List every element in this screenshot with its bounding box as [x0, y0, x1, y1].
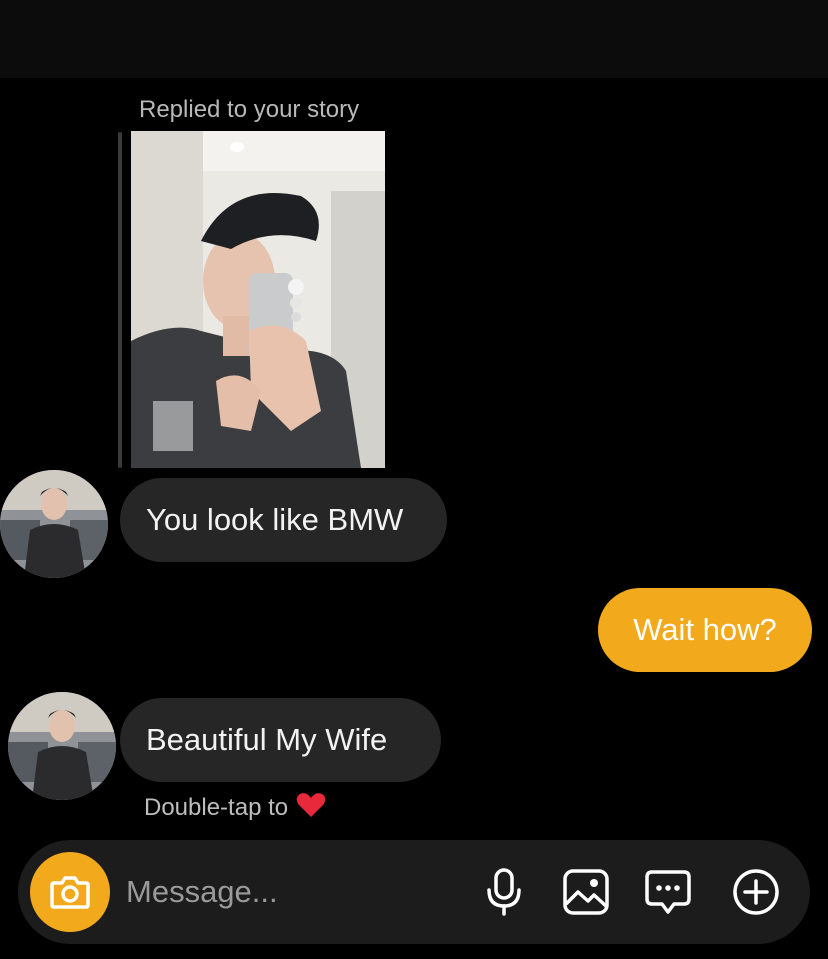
- message-bubble-incoming[interactable]: Beautiful My Wife: [120, 698, 441, 782]
- double-tap-hint: Double-tap to: [144, 792, 326, 825]
- heart-icon: [296, 792, 326, 825]
- sticker-button[interactable]: [642, 866, 694, 918]
- top-bar: [0, 0, 828, 78]
- avatar-photo: [8, 692, 116, 800]
- sender-avatar[interactable]: [0, 470, 108, 578]
- camera-icon: [50, 876, 90, 909]
- reply-quote-line: [118, 132, 122, 468]
- message-bubble-outgoing[interactable]: Wait how?: [598, 588, 812, 672]
- double-tap-hint-text: Double-tap to: [144, 793, 289, 821]
- message-bubble-incoming[interactable]: You look like BMW: [120, 478, 447, 562]
- story-thumbnail[interactable]: [131, 131, 385, 468]
- sticker-chat-icon: [645, 870, 691, 914]
- camera-button[interactable]: [30, 852, 110, 932]
- story-photo: [131, 131, 385, 468]
- message-input[interactable]: [126, 864, 456, 920]
- message-composer: [18, 840, 810, 944]
- image-icon: [563, 869, 609, 915]
- gallery-button[interactable]: [560, 866, 612, 918]
- more-button[interactable]: [730, 866, 782, 918]
- sender-avatar[interactable]: [8, 692, 116, 800]
- microphone-button[interactable]: [478, 866, 530, 918]
- story-reply-caption: Replied to your story: [139, 96, 360, 123]
- plus-circle-icon: [733, 869, 779, 915]
- avatar-photo: [0, 470, 108, 578]
- microphone-icon: [487, 868, 521, 916]
